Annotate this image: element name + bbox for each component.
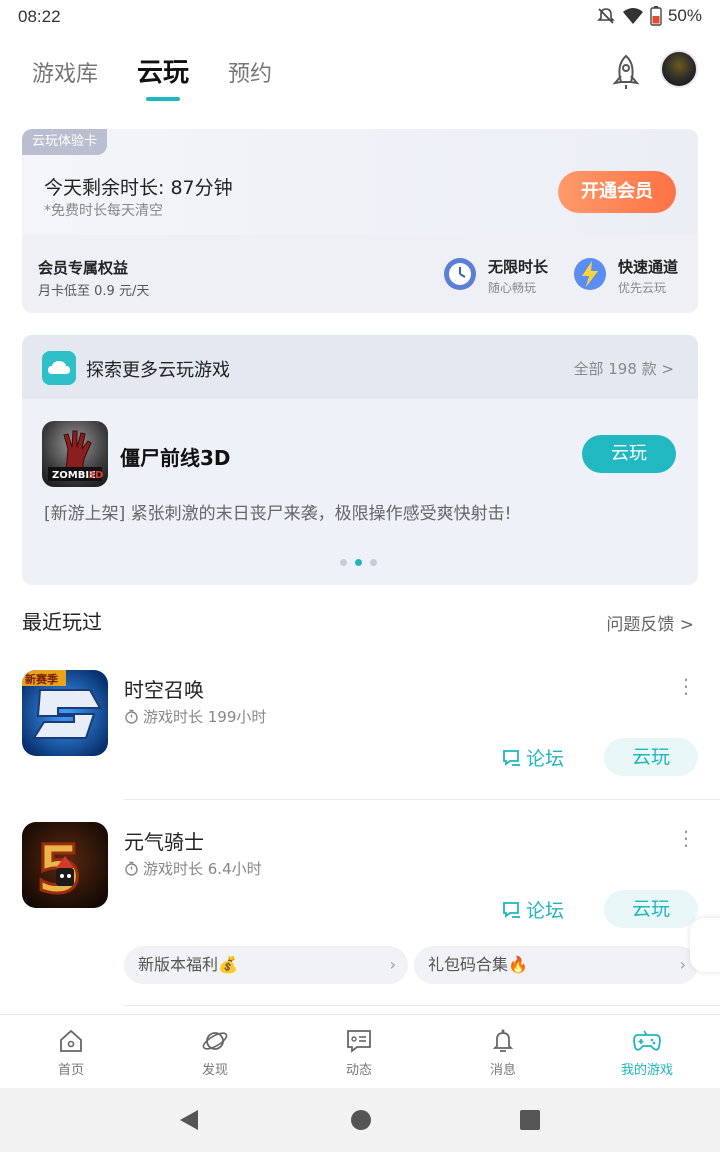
bell-icon — [492, 1029, 514, 1052]
member-benefits-title: 会员专属权益 — [38, 259, 129, 277]
game-name[interactable]: 元气骑士 — [124, 826, 204, 855]
forum-label: 论坛 — [526, 900, 565, 922]
bottom-navigation: 首页 发现 动态 消息 我的游戏 — [0, 1014, 720, 1088]
more-options-icon[interactable]: ⋮ — [676, 676, 696, 696]
forum-icon — [503, 901, 520, 918]
game-playtime: 游戏时长 6.4小时 — [124, 858, 262, 879]
nav-discover[interactable]: 发现 — [170, 1027, 260, 1078]
zombie-frontier-game-icon[interactable]: ZOMBIE 3D — [42, 421, 108, 487]
clock-icon — [444, 258, 476, 290]
system-navigation-bar — [0, 1088, 720, 1152]
explore-cloud-games-card: 探索更多云玩游戏 全部 198 款 > ZOMBIE 3D 僵尸前线3D 云玩 … — [22, 335, 698, 585]
row-divider — [124, 799, 720, 800]
top-tabs: 游戏库 云玩 预约 — [0, 40, 720, 110]
nav-messages[interactable]: 消息 — [458, 1027, 548, 1078]
timer-icon — [125, 709, 138, 724]
recent-played-title: 最近玩过 — [22, 610, 102, 634]
new-version-bonus-chip[interactable]: 新版本福利💰 › — [124, 946, 408, 984]
home-icon — [60, 1029, 82, 1052]
chevron-right-icon: › — [679, 955, 686, 974]
featured-game-name[interactable]: 僵尸前线3D — [120, 442, 231, 471]
tab-reservation[interactable]: 预约 — [228, 56, 272, 88]
forum-button[interactable]: 论坛 — [502, 896, 564, 923]
nav-feed[interactable]: 动态 — [314, 1027, 404, 1078]
cloud-trial-card: 云玩体验卡 今天剩余时长: 87分钟 *免费时长每天清空 开通会员 会员专属权益… — [22, 129, 698, 313]
nav-label: 首页 — [57, 1063, 84, 1078]
status-time: 08:22 — [18, 7, 61, 26]
cloud-icon — [42, 351, 76, 385]
game-name[interactable]: 时空召唤 — [124, 674, 204, 703]
tab-active-indicator — [146, 97, 180, 101]
forum-button[interactable]: 论坛 — [502, 744, 564, 771]
explore-all-link[interactable]: 全部 198 款 > — [573, 358, 674, 379]
row-divider — [124, 1005, 720, 1006]
gamepad-icon — [633, 1030, 661, 1051]
feedback-link[interactable]: 问题反馈 > — [606, 610, 694, 635]
tab-cloud-play[interactable]: 云玩 — [137, 52, 189, 89]
battery-icon — [650, 6, 662, 26]
carousel-indicator — [340, 559, 377, 566]
status-bar: 08:22 50% — [0, 0, 720, 36]
perk-subtitle: 随心畅玩 — [488, 281, 537, 295]
nav-home[interactable]: 首页 — [26, 1027, 116, 1078]
member-benefits-price: 月卡低至 0.9 元/天 — [38, 284, 150, 299]
forum-label: 论坛 — [526, 748, 565, 770]
summon-game-icon[interactable]: 新赛季 — [22, 670, 108, 756]
nav-label: 消息 — [489, 1063, 516, 1078]
game-playtime-text: 游戏时长 6.4小时 — [143, 860, 262, 878]
perk-title: 无限时长 — [488, 258, 549, 276]
remaining-time: 今天剩余时长: 87分钟 — [44, 177, 233, 199]
recents-square-icon[interactable] — [519, 1109, 541, 1131]
recent-game-row: 新赛季 时空召唤 游戏时长 199小时 ⋮ 论坛 云玩 — [0, 670, 720, 820]
mute-icon — [597, 8, 615, 24]
trial-badge: 云玩体验卡 — [22, 129, 108, 155]
home-circle-icon[interactable] — [350, 1109, 372, 1131]
carousel-dot — [370, 559, 377, 566]
tab-game-library[interactable]: 游戏库 — [32, 56, 98, 88]
nav-my-games[interactable]: 我的游戏 — [602, 1027, 692, 1078]
perk-fast-lane: 快速通道 优先云玩 — [572, 254, 692, 298]
svg-text:新赛季: 新赛季 — [25, 672, 59, 686]
lightning-icon — [574, 258, 606, 290]
soul-knight-5-icon: 5 — [22, 822, 108, 908]
avatar[interactable] — [660, 50, 698, 88]
cloud-play-button[interactable]: 云玩 — [604, 738, 698, 776]
floating-side-tab[interactable] — [690, 918, 720, 972]
open-membership-button[interactable]: 开通会员 — [558, 171, 676, 213]
back-icon[interactable] — [178, 1108, 200, 1132]
explore-title: 探索更多云玩游戏 — [86, 360, 230, 381]
forum-icon — [503, 749, 520, 766]
nav-label: 动态 — [345, 1063, 372, 1078]
zombie-hand-icon: ZOMBIE 3D — [48, 430, 103, 481]
rocket-icon[interactable] — [606, 52, 646, 92]
timer-icon — [125, 861, 138, 876]
featured-game-description: [新游上架] 紧张刺激的末日丧尸来袭，极限操作感受爽快射击! — [44, 504, 512, 524]
cloud-play-button[interactable]: 云玩 — [604, 890, 698, 928]
perk-title: 快速通道 — [618, 258, 679, 276]
chip-label: 礼包码合集🔥 — [428, 955, 528, 974]
more-options-icon[interactable]: ⋮ — [676, 828, 696, 848]
chat-card-icon — [347, 1030, 371, 1053]
svg-text:3D: 3D — [88, 470, 103, 481]
s-logo-icon: 新赛季 — [22, 670, 108, 756]
nav-label: 我的游戏 — [620, 1063, 673, 1078]
chevron-right-icon: › — [389, 955, 396, 974]
chip-label: 新版本福利💰 — [138, 955, 238, 974]
perk-subtitle: 优先云玩 — [618, 281, 667, 295]
soul-knight-game-icon[interactable]: 5 — [22, 822, 108, 908]
free-time-note: *免费时长每天清空 — [44, 203, 163, 219]
perk-unlimited-time: 无限时长 随心畅玩 — [442, 254, 562, 298]
planet-icon — [202, 1032, 228, 1050]
wifi-icon — [622, 8, 643, 24]
game-playtime-text: 游戏时长 199小时 — [143, 708, 267, 726]
battery-level: 50% — [667, 6, 702, 25]
featured-cloud-play-button[interactable]: 云玩 — [582, 435, 676, 473]
nav-label: 发现 — [201, 1063, 228, 1078]
carousel-dot-active — [355, 559, 362, 566]
carousel-dot — [340, 559, 347, 566]
status-icons: 50% — [596, 6, 702, 26]
gift-code-collection-chip[interactable]: 礼包码合集🔥 › — [414, 946, 698, 984]
game-playtime: 游戏时长 199小时 — [124, 706, 266, 727]
